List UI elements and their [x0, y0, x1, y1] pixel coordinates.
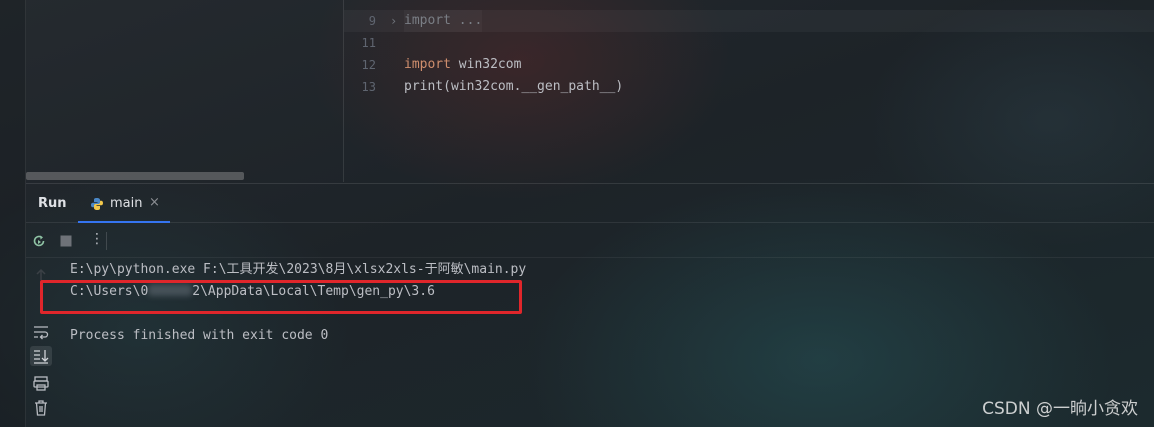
console-exit-message: Process finished with exit code 0 [70, 328, 329, 343]
horizontal-scrollbar[interactable] [26, 172, 244, 180]
tab-label: main [110, 196, 143, 211]
code-line[interactable]: 9 › import ... [344, 10, 1154, 32]
code-text: print(win32com.__gen_path__) [404, 79, 624, 94]
tool-window-stripe [0, 0, 26, 427]
editor-area: 9 › import ... 11 12 import win32com 13 … [26, 0, 1154, 182]
more-options-icon[interactable]: ⋮ [90, 231, 104, 247]
soft-wrap-icon[interactable] [30, 322, 52, 342]
code-line[interactable]: 13 print(win32com.__gen_path__) [344, 76, 1154, 98]
fold-chevron-icon[interactable]: › [390, 10, 397, 32]
run-toolbar: ⋮ [26, 224, 1154, 258]
close-icon[interactable]: × [149, 195, 160, 210]
code-editor[interactable]: 9 › import ... 11 12 import win32com 13 … [344, 0, 1154, 182]
code-rest: win32com [450, 57, 522, 72]
code-line[interactable]: 11 [344, 32, 1154, 54]
tab-main[interactable]: main × [78, 184, 170, 223]
console-command-line: E:\py\python.exe F:\工具开发\2023\8月\xlsx2xl… [70, 262, 527, 277]
line-number: 11 [361, 36, 376, 50]
run-title: Run [38, 196, 67, 211]
line-number: 13 [361, 80, 376, 94]
code-line[interactable]: 12 import win32com [344, 54, 1154, 76]
red-highlight-annotation [40, 280, 522, 314]
toolbar-divider [106, 232, 107, 250]
run-tool-window-header: Run main × [26, 183, 1154, 223]
line-number: 9 [368, 14, 376, 28]
trash-icon[interactable] [30, 398, 52, 418]
rerun-icon[interactable] [31, 233, 47, 249]
folded-import-block[interactable]: import ... [404, 10, 482, 32]
project-pane [26, 0, 344, 182]
scroll-to-end-icon[interactable] [30, 346, 52, 366]
stop-icon[interactable] [58, 233, 74, 249]
python-icon [91, 198, 103, 210]
code-text: import win32com [404, 54, 521, 76]
line-number: 12 [361, 58, 376, 72]
print-icon[interactable] [30, 373, 52, 393]
watermark: CSDN @一晌小贪欢 [982, 399, 1138, 419]
keyword: import [404, 57, 451, 72]
